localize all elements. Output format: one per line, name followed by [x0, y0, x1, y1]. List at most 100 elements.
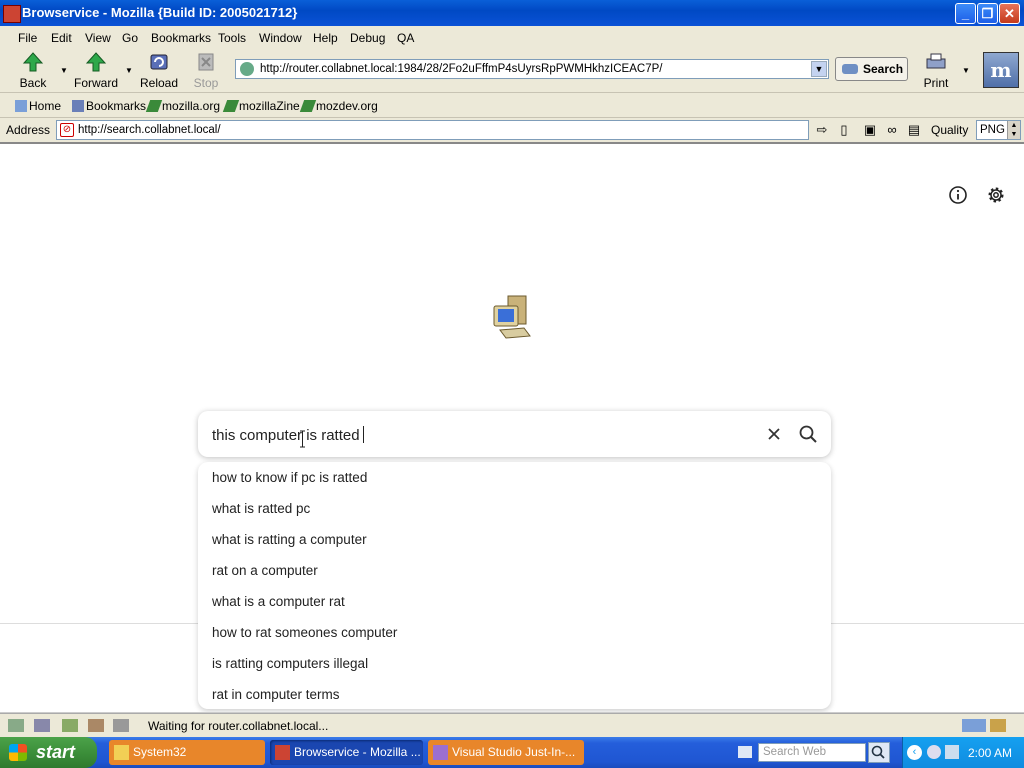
menu-file[interactable]: File — [18, 31, 37, 45]
home-icon — [15, 100, 27, 112]
back-dropdown-icon[interactable]: ▼ — [60, 66, 68, 75]
forward-dropdown-icon[interactable]: ▼ — [125, 66, 133, 75]
start-button[interactable]: start — [0, 737, 97, 768]
menu-help[interactable]: Help — [313, 31, 338, 45]
app-icon — [3, 5, 21, 23]
close-button[interactable]: ✕ — [999, 3, 1020, 24]
forward-button[interactable]: Forward — [71, 50, 121, 90]
window-title: Browservice - Mozilla {Build ID: 2005021… — [22, 5, 298, 20]
text-cursor-icon — [300, 430, 305, 448]
bookmark-page-icon[interactable]: ▯ — [835, 121, 853, 139]
back-label: Back — [19, 76, 47, 90]
suggestion-list: how to know if pc is ratted what is ratt… — [198, 462, 831, 709]
bookmarks-label: Bookmarks — [86, 99, 147, 113]
address-input[interactable]: ⊘ http://search.collabnet.local/ — [56, 120, 809, 140]
taskbar-item-system32[interactable]: System32 — [109, 740, 265, 765]
reload-icon — [150, 54, 168, 70]
maximize-button[interactable]: ❐ — [977, 3, 998, 24]
bookmark-icon — [222, 100, 240, 112]
url-text[interactable]: http://router.collabnet.local:1984/28/2F… — [260, 63, 662, 75]
composer-icon[interactable] — [62, 719, 78, 732]
suggestion-item[interactable]: is ratting computers illegal — [212, 656, 368, 671]
back-button[interactable]: Back — [8, 50, 58, 90]
suggestion-item[interactable]: how to know if pc is ratted — [212, 470, 367, 485]
system-tray: ‹ 2:00 AM — [902, 737, 1024, 768]
menu-tools[interactable]: Tools — [218, 31, 246, 45]
suggestion-item[interactable]: rat in computer terms — [212, 687, 340, 702]
clear-icon[interactable] — [765, 425, 783, 443]
forward-arrow-icon — [85, 52, 107, 72]
quality-select[interactable]: PNG ▲ ▼ — [976, 120, 1021, 140]
info-icon[interactable] — [948, 185, 968, 205]
url-bar[interactable]: http://router.collabnet.local:1984/28/2F… — [235, 59, 829, 79]
text-caret — [362, 426, 364, 443]
clock: 2:00 AM — [968, 746, 1013, 760]
search-button[interactable]: Search — [835, 57, 908, 81]
security-lock-icon[interactable] — [990, 719, 1006, 732]
clipboard-icon[interactable]: ▤ — [905, 121, 923, 139]
suggestion-item[interactable]: what is a computer rat — [212, 594, 345, 609]
home-bookmark[interactable]: Home — [15, 99, 61, 113]
suggestion-item[interactable]: what is ratted pc — [212, 501, 310, 516]
quality-spinner-icon[interactable]: ▲ ▼ — [1007, 121, 1020, 139]
mozdev-org-label: mozdev.org — [316, 99, 378, 113]
suggestion-item[interactable]: rat on a computer — [212, 563, 318, 578]
web-search-button[interactable] — [868, 742, 890, 763]
mozilla-org-label: mozilla.org — [162, 99, 221, 113]
folder-icon — [114, 745, 129, 760]
navigator-icon[interactable] — [8, 719, 24, 732]
find-icon[interactable]: ∞ — [883, 121, 901, 139]
bookmark-mozilla-org[interactable]: mozilla.org — [145, 99, 221, 113]
network-icon[interactable] — [927, 745, 941, 759]
reload-label: Reload — [139, 76, 179, 90]
throbber-logo[interactable]: m — [983, 52, 1019, 88]
address-book-icon[interactable] — [88, 719, 104, 732]
chevron-left-icon[interactable]: ‹ — [907, 745, 922, 760]
minimize-button[interactable]: _ — [955, 3, 976, 24]
irc-chat-icon[interactable] — [113, 719, 129, 732]
stop-button[interactable]: Stop — [181, 50, 231, 90]
url-dropdown-icon[interactable]: ▼ — [811, 61, 827, 77]
suggestion-item[interactable]: what is ratting a computer — [212, 532, 367, 547]
navigation-toolbar: Back ▼ Forward ▼ Reload Stop http://rout… — [0, 48, 1024, 93]
go-arrow-icon[interactable]: ⇨ — [813, 121, 831, 139]
search-box[interactable]: this computer is ratted — [198, 411, 831, 457]
online-status-icon[interactable] — [962, 719, 986, 732]
menu-window[interactable]: Window — [259, 31, 302, 45]
mozilla-icon — [275, 745, 290, 760]
taskbar: start System32 Browservice - Mozilla ...… — [0, 737, 1024, 768]
printer-icon — [926, 53, 946, 69]
search-query-text: this computer is ratted — [212, 427, 360, 444]
reload-button[interactable]: Reload — [134, 50, 184, 90]
search-icon[interactable] — [798, 424, 818, 444]
menu-qa[interactable]: QA — [397, 31, 414, 45]
print-button[interactable]: Print — [916, 50, 956, 90]
status-bar: Waiting for router.collabnet.local... — [0, 713, 1024, 738]
taskbar-item-browservice[interactable]: Browservice - Mozilla ... — [270, 740, 423, 765]
menu-view[interactable]: View — [85, 31, 111, 45]
bookmark-mozillazine[interactable]: mozillaZine — [222, 99, 300, 113]
address-text[interactable]: http://search.collabnet.local/ — [78, 124, 221, 136]
task-label: Visual Studio Just-In-... — [452, 745, 576, 759]
mail-icon[interactable] — [34, 719, 50, 732]
title-bar[interactable]: Browservice - Mozilla {Build ID: 2005021… — [0, 0, 1024, 26]
menu-go[interactable]: Go — [122, 31, 138, 45]
print-dropdown-icon[interactable]: ▼ — [962, 66, 970, 75]
search-icon — [871, 745, 885, 759]
menu-bookmarks[interactable]: Bookmarks — [151, 31, 211, 45]
menu-edit[interactable]: Edit — [51, 31, 72, 45]
suggestion-item[interactable]: how to rat someones computer — [212, 625, 397, 640]
bookmarks-button[interactable]: Bookmarks — [72, 99, 146, 113]
volume-icon[interactable] — [945, 745, 959, 759]
keyboard-icon[interactable] — [738, 746, 752, 758]
stop-label: Stop — [193, 76, 219, 90]
back-arrow-icon — [22, 52, 44, 72]
view-source-icon[interactable]: ▣ — [861, 121, 879, 139]
status-text: Waiting for router.collabnet.local... — [148, 719, 329, 733]
menu-debug[interactable]: Debug — [350, 31, 385, 45]
web-search-input[interactable]: Search Web — [758, 743, 866, 762]
search-input[interactable]: this computer is ratted — [212, 426, 364, 444]
taskbar-item-visual-studio[interactable]: Visual Studio Just-In-... — [428, 740, 584, 765]
settings-icon[interactable] — [986, 185, 1006, 205]
bookmark-mozdev-org[interactable]: mozdev.org — [299, 99, 378, 113]
